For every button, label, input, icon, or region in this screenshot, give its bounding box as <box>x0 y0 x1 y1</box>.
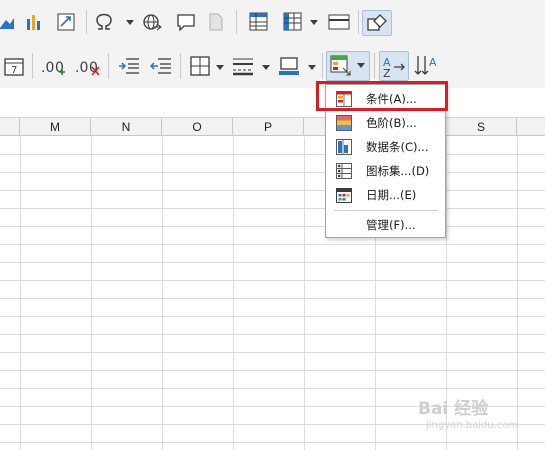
shapes-icon <box>367 14 387 31</box>
color-scale-icon <box>336 115 352 131</box>
menu-separator <box>334 210 438 211</box>
borders-icon <box>190 56 210 76</box>
data-bar-icon <box>336 139 352 155</box>
chevron-down-icon <box>357 63 365 68</box>
add-decimal-button[interactable]: .0 0 <box>40 54 68 78</box>
menu-item-label: 管理(F)... <box>366 218 416 232</box>
chevron-down-icon[interactable] <box>262 65 270 71</box>
conditional-format-icon <box>330 55 351 76</box>
date-icon <box>336 188 352 203</box>
column-header-partial-right[interactable] <box>517 118 545 136</box>
menu-item-icon-set[interactable]: 图标集...(D) <box>327 159 445 183</box>
freeze-rows-button[interactable] <box>246 11 272 33</box>
area-chart-button[interactable] <box>0 12 14 32</box>
menu-item-date[interactable]: 日期...(E) <box>327 183 445 207</box>
border-color-button[interactable] <box>276 54 302 78</box>
page-icon <box>209 13 223 31</box>
border-style-icon <box>233 58 253 76</box>
menu-item-label: 日期...(E) <box>366 188 417 202</box>
format-as-date-button[interactable]: 7 <box>2 54 26 78</box>
freeze-columns-button[interactable] <box>280 11 306 33</box>
hyperlink-globe-icon <box>143 14 162 31</box>
chevron-down-icon[interactable] <box>308 65 316 71</box>
sort-descending-icon: A <box>414 56 437 75</box>
menu-item-color-scale[interactable]: 色阶(B)... <box>327 111 445 135</box>
svg-text:.0: .0 <box>75 60 88 76</box>
decrease-indent-icon <box>150 58 171 74</box>
conditional-format-button[interactable] <box>326 51 370 81</box>
column-header-partial[interactable] <box>0 118 20 136</box>
column-header-m[interactable]: M <box>20 118 91 136</box>
header-footer-button[interactable] <box>206 11 226 33</box>
border-color-icon <box>279 57 299 75</box>
svg-text:.0: .0 <box>41 60 54 76</box>
special-character-button[interactable] <box>92 11 116 33</box>
chevron-down-icon[interactable] <box>310 20 318 26</box>
increase-indent-button[interactable] <box>116 54 142 78</box>
column-header-s[interactable]: S <box>446 118 517 136</box>
highlight-box <box>316 81 448 111</box>
borders-button[interactable] <box>188 54 212 78</box>
freeze-table-icon <box>249 12 268 31</box>
split-window-button[interactable] <box>326 11 352 33</box>
calendar-icon: 7 <box>4 58 24 76</box>
svg-text:7: 7 <box>11 65 17 76</box>
menu-item-label: 数据条(C)... <box>366 140 429 154</box>
column-header-p[interactable]: P <box>233 118 304 136</box>
chevron-down-icon[interactable] <box>126 20 134 26</box>
decrease-indent-button[interactable] <box>148 54 174 78</box>
delete-decimal-button[interactable]: .0 0 <box>74 54 102 78</box>
freeze-columns-icon <box>283 12 302 31</box>
sort-ascending-button[interactable]: A Z <box>379 51 409 81</box>
border-style-button[interactable] <box>230 54 256 78</box>
chevron-down-icon[interactable] <box>216 65 224 71</box>
pivot-table-icon <box>57 13 75 31</box>
menu-item-manage[interactable]: 管理(F)... <box>327 213 445 237</box>
sort-ascending-icon: A Z <box>383 56 405 78</box>
menu-item-data-bar[interactable]: 数据条(C)... <box>327 135 445 159</box>
watermark-subtext: jingyan.baidu.com <box>426 420 519 431</box>
hyperlink-button[interactable] <box>140 11 164 33</box>
sort-descending-button[interactable]: A <box>412 51 442 81</box>
menu-item-label: 色阶(B)... <box>366 116 417 130</box>
watermark-text: Bai 经验 <box>418 399 489 419</box>
svg-text:A: A <box>429 56 437 69</box>
increase-indent-icon <box>119 58 139 74</box>
svg-text:Z: Z <box>383 67 391 78</box>
formula-bar-area[interactable] <box>0 88 545 118</box>
area-chart-icon <box>0 18 14 29</box>
split-window-icon <box>328 14 350 30</box>
omega-icon <box>96 13 112 30</box>
comment-button[interactable] <box>174 11 198 33</box>
pivot-table-button[interactable] <box>54 11 78 33</box>
delete-decimal-icon: .0 0 <box>75 60 100 76</box>
comment-icon <box>177 14 195 31</box>
toolbar-row-1 <box>0 0 545 43</box>
column-header-row: M N O P Q R S <box>0 118 545 136</box>
icon-set-icon <box>336 163 352 179</box>
bar-chart-icon <box>27 15 40 30</box>
toolbar-row-2: 7 .0 0 .0 0 <box>0 43 545 88</box>
add-decimal-icon: .0 0 <box>41 60 65 76</box>
menu-item-label: 图标集...(D) <box>366 164 430 178</box>
column-header-o[interactable]: O <box>162 118 233 136</box>
insert-chart-button[interactable] <box>22 11 46 33</box>
column-header-n[interactable]: N <box>91 118 162 136</box>
draw-functions-button[interactable] <box>362 10 392 36</box>
